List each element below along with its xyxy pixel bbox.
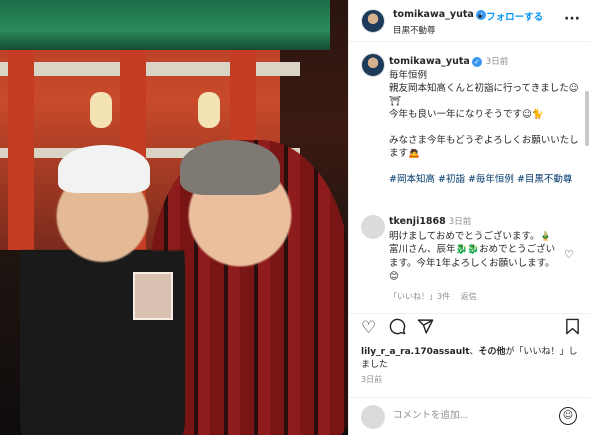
shrine-roof <box>0 0 330 50</box>
comment-time[interactable]: 3日前 <box>449 217 471 227</box>
comment-text: 明けましておめでとうございます。🎍富川さん、辰年🐉🐉おめでとうございます。今年1… <box>389 230 556 283</box>
comment-meta: 「いいね！」3件 返信 <box>389 290 559 304</box>
white-cap <box>58 145 150 193</box>
comment-like-heart-icon[interactable]: ♡ <box>564 248 574 261</box>
username-text[interactable]: tomikawa_yuta <box>393 9 474 20</box>
comment-item: tkenji1868 3日前 明けましておめでとうございます。🎍富川さん、辰年🐉… <box>389 215 559 303</box>
likes-summary: lily_r_a_ra.170assault、その他が「いいね！」しました <box>361 346 586 372</box>
header-username[interactable]: tomikawa_yuta ✓ <box>393 9 486 20</box>
caption-time[interactable]: 3日前 <box>486 57 508 67</box>
lantern <box>90 92 112 128</box>
caption-line <box>389 121 579 134</box>
follow-label[interactable]: フォローする <box>486 12 543 23</box>
beanie <box>180 140 280 195</box>
comment-input[interactable] <box>393 410 543 421</box>
likes-others[interactable]: その他 <box>479 347 506 357</box>
likes-user[interactable]: lily_r_a_ra.170assault <box>361 347 470 357</box>
post-photo[interactable] <box>0 0 348 435</box>
commenter-avatar[interactable] <box>361 215 385 239</box>
caption-line <box>389 160 579 173</box>
post-actions: ♡ lily_r_a_ra.170assault、その他が「いいね！」しました … <box>349 313 590 433</box>
heart-icon[interactable]: ♡ <box>361 318 376 338</box>
comment-likes[interactable]: 「いいね！」3件 <box>389 292 450 301</box>
post-caption: tomikawa_yuta ✓ 3日前 毎年恒例 親友岡本知高くんと初詣に行ってきま… <box>389 55 579 186</box>
verified-icon: ✓ <box>471 56 482 67</box>
caption-line: みなさま今年もどうぞよろしくお願いいたします🙇 <box>389 135 579 159</box>
caption-hashtags[interactable]: #岡本知高 #初詣 #毎年恒例 #目黒不動尊 <box>389 173 579 186</box>
emoji-icon[interactable]: ☺ <box>559 407 577 425</box>
follow-button[interactable]: • フォローする <box>477 9 543 23</box>
comment-username[interactable]: tkenji1868 <box>389 216 446 227</box>
location-link[interactable]: 目黒不動尊 <box>393 24 436 36</box>
caption-line: 親友岡本知高くんと初詣に行ってきました☺⛩ <box>389 83 579 107</box>
post-side-panel: tomikawa_yuta ✓ • フォローする 目黒不動尊 ··· tomikaw… <box>348 0 590 435</box>
snack-in-hand <box>133 272 173 320</box>
reply-button[interactable]: 返信 <box>461 292 477 301</box>
scrollbar[interactable] <box>585 91 589 146</box>
user-avatar <box>361 405 385 429</box>
comment-icon[interactable] <box>389 318 406 340</box>
instagram-post-modal: tomikawa_yuta ✓ • フォローする 目黒不動尊 ··· tomikaw… <box>0 0 590 435</box>
caption-line: 今年も良い一年になりそうです☺🐈 <box>389 109 544 120</box>
likes-connector: 、 <box>469 347 479 357</box>
bookmark-icon[interactable] <box>565 318 580 340</box>
more-options-icon[interactable]: ··· <box>564 11 580 27</box>
caption-line: 毎年恒例 <box>389 70 428 81</box>
separator-dot: • <box>477 12 484 23</box>
share-icon[interactable] <box>417 318 434 340</box>
lantern <box>198 92 220 128</box>
caption-avatar[interactable] <box>361 53 385 77</box>
post-time[interactable]: 3日前 <box>361 374 382 385</box>
comments-scroll-area[interactable]: tomikawa_yuta ✓ 3日前 毎年恒例 親友岡本知高くんと初詣に行ってきま… <box>349 43 590 313</box>
post-header: tomikawa_yuta ✓ • フォローする 目黒不動尊 ··· <box>349 0 590 42</box>
caption-username[interactable]: tomikawa_yuta <box>389 56 470 67</box>
avatar[interactable] <box>361 9 385 33</box>
comment-bar: ☺ <box>349 397 590 435</box>
